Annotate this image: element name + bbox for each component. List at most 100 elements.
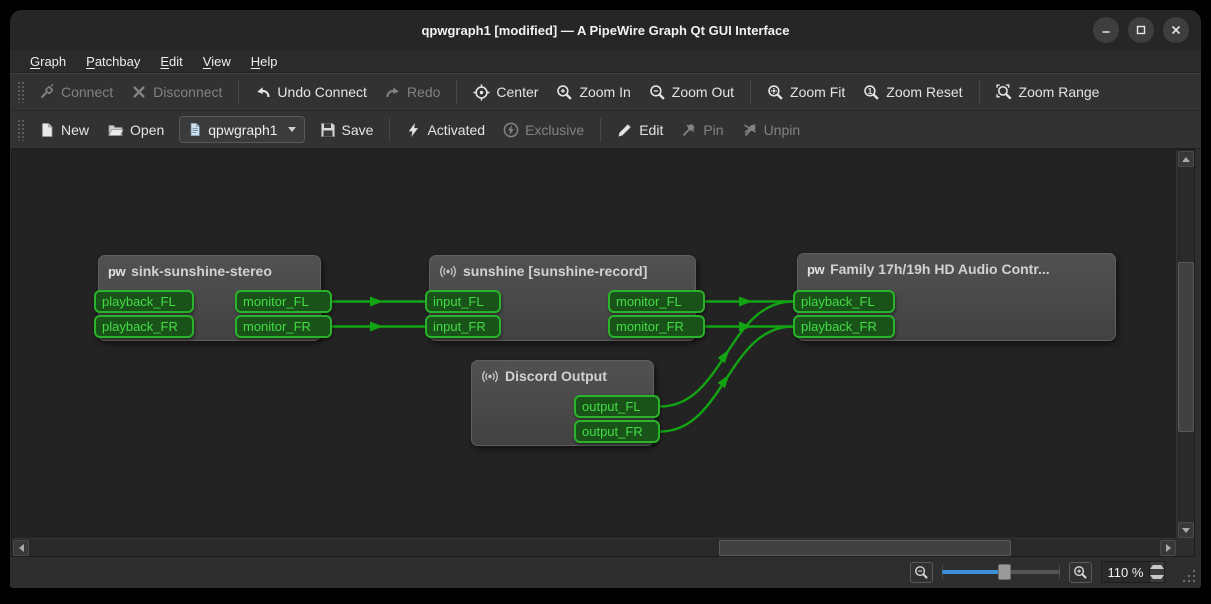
minimize-button[interactable] [1093,17,1119,43]
pipewire-icon: pw [108,264,125,279]
open-label: Open [130,122,164,138]
horizontal-scrollbar[interactable] [12,538,1177,556]
minimize-icon [1100,24,1112,36]
patchbay-file-icon [188,122,202,137]
window-controls [1093,17,1189,43]
port-monitor-fr[interactable]: monitor_FR [235,315,332,338]
redo-label: Redo [407,84,440,100]
save-button[interactable]: Save [311,115,383,145]
menu-graph[interactable]: Graph [20,51,76,72]
maximize-button[interactable] [1128,17,1154,43]
vertical-scrollbar-thumb[interactable] [1178,262,1194,432]
pin-button[interactable]: Pin [672,115,732,145]
exclusive-label: Exclusive [525,122,584,138]
port-playback-fr[interactable]: playback_FR [793,315,895,338]
port-playback-fr[interactable]: playback_FR [94,315,194,338]
zoom-in-small-button[interactable] [1069,562,1092,583]
patchbay-session-combobox[interactable]: qpwgraph1 [179,116,304,143]
unpin-label: Unpin [764,122,801,138]
edit-pencil-icon [617,122,633,138]
redo-icon [385,84,401,100]
window-resize-grip[interactable] [1183,570,1197,584]
connect-label: Connect [61,84,113,100]
zoom-out-button[interactable]: Zoom Out [640,77,743,107]
new-label: New [61,122,89,138]
port-monitor-fl[interactable]: monitor_FL [235,290,332,313]
activated-label: Activated [427,122,485,138]
vertical-scrollbar[interactable] [1176,150,1194,539]
zoom-in-button[interactable]: Zoom In [547,77,639,107]
scroll-up-button[interactable] [1178,151,1194,167]
toolbar-separator [238,80,239,104]
pin-icon [681,122,697,138]
graph-canvas[interactable]: pw sink-sunshine-stereo playback_FL play… [12,150,1177,539]
new-file-icon [39,122,55,138]
grip-dots-icon [1183,570,1185,572]
triangle-down-icon [1150,575,1164,579]
menubar: Graph Patchbay Edit View Help [10,50,1201,73]
zoom-reset-icon: 1 [863,84,880,101]
scrollbar-corner [1176,538,1194,556]
disconnect-button[interactable]: Disconnect [122,77,231,107]
menu-help[interactable]: Help [241,51,288,72]
activated-button[interactable]: Activated [397,115,494,145]
menu-edit[interactable]: Edit [150,51,192,72]
port-output-fl[interactable]: output_FL [574,395,660,418]
zoom-reset-button[interactable]: 1 Zoom Reset [854,77,971,107]
statusbar: 110 % [10,557,1201,588]
node-header: pw Family 17h/19h HD Audio Contr... [798,254,1115,284]
zoom-out-small-button[interactable] [910,562,933,583]
menu-patchbay[interactable]: Patchbay [76,51,150,72]
spin-down-button[interactable] [1150,572,1164,582]
exclusive-button[interactable]: Exclusive [494,115,593,145]
wire-arrow-icon [718,372,734,389]
unpin-button[interactable]: Unpin [733,115,810,145]
spin-up-button[interactable] [1150,562,1164,572]
zoom-range-label: Zoom Range [1019,84,1100,100]
unpin-icon [742,122,758,138]
zoom-slider[interactable] [942,563,1060,581]
close-button[interactable] [1163,17,1189,43]
open-button[interactable]: Open [98,115,173,145]
zoom-out-icon [914,565,929,580]
open-folder-icon [107,122,124,138]
scroll-down-button[interactable] [1178,522,1194,538]
port-input-fr[interactable]: input_FR [425,315,501,338]
zoom-reset-label: Zoom Reset [886,84,962,100]
zoom-range-button[interactable]: Zoom Range [987,77,1109,107]
zoom-fit-button[interactable]: Zoom Fit [758,77,854,107]
port-playback-fl[interactable]: playback_FL [793,290,895,313]
port-monitor-fl[interactable]: monitor_FL [608,290,705,313]
menu-view[interactable]: View [193,51,241,72]
zoom-spinbox[interactable]: 110 % [1101,561,1165,583]
port-input-fl[interactable]: input_FL [425,290,501,313]
toolbar-drag-handle[interactable] [17,81,24,103]
toolbar-separator [979,80,980,104]
save-label: Save [342,122,374,138]
zoom-out-icon [649,84,666,101]
undo-connect-button[interactable]: Undo Connect [246,77,376,107]
pin-label: Pin [703,122,723,138]
titlebar[interactable]: qpwgraph1 [modified] — A PipeWire Graph … [10,10,1201,50]
zoom-slider-handle[interactable] [998,564,1011,580]
center-button[interactable]: Center [464,77,547,107]
edit-label: Edit [639,122,663,138]
new-button[interactable]: New [30,115,98,145]
scroll-left-button[interactable] [13,540,29,556]
toolbar-separator [750,80,751,104]
zoom-in-label: Zoom In [579,84,630,100]
toolbar-file: New Open qpwgraph1 Save Activated Exclus… [10,111,1201,149]
scroll-right-button[interactable] [1160,540,1176,556]
port-playback-fl[interactable]: playback_FL [94,290,194,313]
activated-bolt-icon [406,122,421,138]
horizontal-scrollbar-thumb[interactable] [719,540,1011,556]
edit-button[interactable]: Edit [608,115,672,145]
port-monitor-fr[interactable]: monitor_FR [608,315,705,338]
port-output-fr[interactable]: output_FR [574,420,660,443]
connect-button[interactable]: Connect [30,77,122,107]
redo-button[interactable]: Redo [376,77,449,107]
connection-wire [660,327,793,432]
toolbar-drag-handle[interactable] [17,119,24,141]
center-icon [473,84,490,101]
window-title: qpwgraph1 [modified] — A PipeWire Graph … [10,10,1201,50]
